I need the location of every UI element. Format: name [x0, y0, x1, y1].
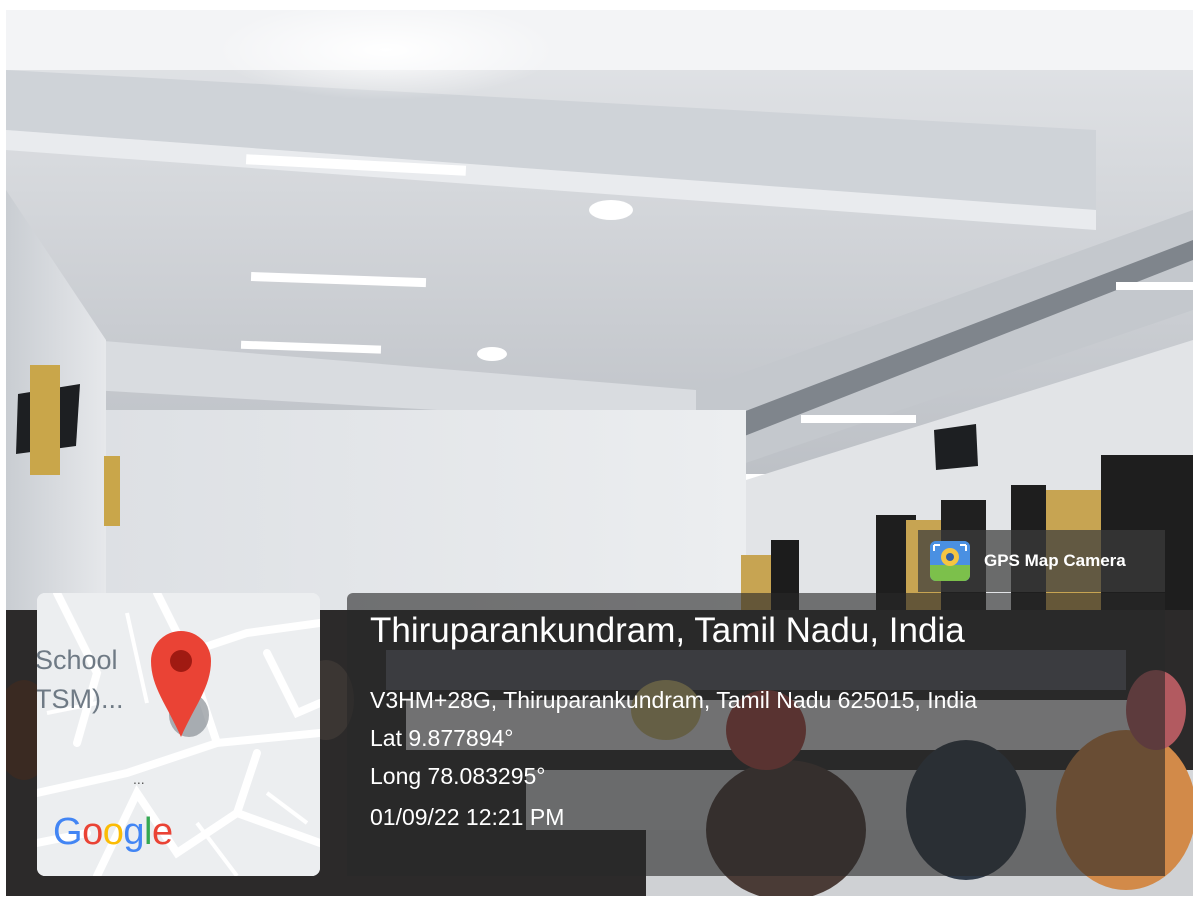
gps-map-camera-badge: GPS Map Camera — [918, 530, 1165, 592]
location-address: V3HM+28G, Thiruparankundram, Tamil Nadu … — [370, 687, 978, 713]
timestamp-text: 01/09/22 12:21 PM — [370, 804, 565, 830]
map-ellipsis: ... — [133, 771, 145, 787]
map-thumbnail: School TSM)... ... Google — [37, 593, 320, 876]
google-logo: Google — [53, 811, 173, 853]
map-place-label: School — [37, 645, 118, 675]
longitude-text: Long 78.083295° — [370, 763, 546, 789]
gps-map-camera-label: GPS Map Camera — [984, 551, 1126, 570]
latitude-text: Lat 9.877894° — [370, 725, 514, 751]
map-pin-icon — [151, 631, 211, 737]
gps-map-camera-icon — [930, 541, 970, 581]
location-title: Thiruparankundram, Tamil Nadu, India — [370, 611, 965, 650]
location-info-panel: Thiruparankundram, Tamil Nadu, India V3H… — [347, 593, 1165, 876]
map-place-label-continued: TSM)... — [37, 684, 124, 714]
